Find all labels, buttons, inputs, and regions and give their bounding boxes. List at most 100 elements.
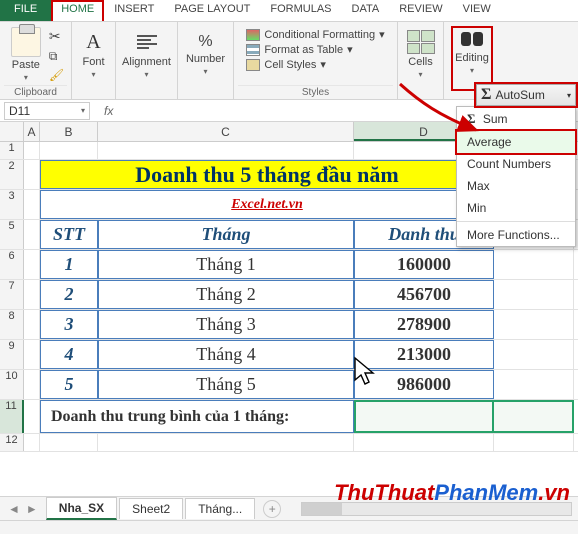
fmt-table-label: Format as Table	[264, 44, 343, 56]
alignment-button[interactable]: Alignment ▾	[118, 28, 175, 81]
group-cells: Cells ▾ .	[398, 22, 444, 99]
tab-next-icon[interactable]: ►	[26, 502, 38, 516]
row-7: 7 2 Tháng 2 456700	[0, 280, 578, 310]
cell-thang: Tháng 2	[98, 280, 354, 309]
cond-fmt-label: Conditional Formatting	[264, 29, 375, 41]
group-styles: Conditional Formatting▾ Format as Table▾…	[234, 22, 398, 99]
cell-thang: Tháng 1	[98, 250, 354, 279]
cells-button[interactable]: Cells ▾	[403, 28, 439, 81]
cell-styles-button[interactable]: Cell Styles ▾	[246, 58, 384, 71]
chevron-down-icon: ▾	[470, 66, 474, 75]
format-as-table-button[interactable]: Format as Table ▾	[246, 43, 384, 56]
styles-label: Styles	[238, 85, 393, 99]
sigma-icon: Σ	[481, 86, 491, 104]
cell-stt: 3	[40, 310, 98, 339]
binoculars-icon	[460, 28, 484, 50]
tab-prev-icon[interactable]: ◄	[8, 502, 20, 516]
conditional-formatting-button[interactable]: Conditional Formatting▾	[246, 28, 384, 41]
autosum-count[interactable]: Count Numbers	[457, 153, 575, 175]
autosum-button[interactable]: Σ AutoSum ▾	[476, 84, 576, 106]
font-button[interactable]: A Font ▾	[78, 28, 110, 81]
cell-val: 278900	[354, 310, 494, 339]
clipboard-label: Clipboard	[4, 85, 67, 99]
menu-home[interactable]: HOME	[51, 0, 104, 21]
cell-stt: 4	[40, 340, 98, 369]
clipboard-icon	[11, 27, 41, 57]
fx-icon[interactable]: fx	[104, 104, 113, 118]
cell-stt: 2	[40, 280, 98, 309]
average-label: Average	[467, 135, 511, 149]
sheet-tab-thang[interactable]: Tháng...	[185, 498, 255, 519]
group-alignment: Alignment ▾ .	[116, 22, 178, 99]
selected-cell-e11[interactable]	[494, 400, 574, 433]
row-11: 11 Doanh thu trung bình của 1 tháng:	[0, 400, 578, 434]
format-painter-icon[interactable]: 🖌	[49, 68, 64, 82]
sum-label: Sum	[483, 112, 508, 126]
cell-stt: 5	[40, 370, 98, 399]
row-10: 10 5 Tháng 5 986000	[0, 370, 578, 400]
chevron-down-icon: ▾	[24, 73, 28, 82]
font-icon: A	[82, 30, 106, 54]
autosum-average[interactable]: Average	[457, 131, 575, 153]
row-6: 6 1 Tháng 1 160000	[0, 250, 578, 280]
autosum-more[interactable]: More Functions...	[457, 224, 575, 246]
report-subtitle: Excel.net.vn	[40, 190, 494, 219]
row-12: 12	[0, 434, 578, 452]
editing-label: Editing	[455, 52, 489, 64]
cut-icon[interactable]: ✂	[49, 28, 64, 45]
number-button[interactable]: % Number ▾	[182, 31, 229, 78]
font-label: Font	[82, 56, 104, 68]
report-title: Doanh thu 5 tháng đầu năm	[40, 160, 494, 189]
th-thang: Tháng	[98, 220, 354, 249]
paste-label: Paste	[12, 59, 40, 71]
new-sheet-button[interactable]: +	[263, 500, 281, 518]
chevron-down-icon: ▾	[567, 91, 571, 100]
autosum-sum[interactable]: Σ Sum	[457, 107, 575, 131]
select-all-corner[interactable]	[0, 122, 24, 141]
menu-review[interactable]: REVIEW	[389, 0, 452, 21]
name-box[interactable]: D11 ▾	[4, 102, 90, 120]
sheet-tab-nha-sx[interactable]: Nha_SX	[46, 497, 117, 520]
chevron-down-icon: ▾	[347, 43, 353, 56]
cell-styles-label: Cell Styles	[264, 59, 316, 71]
autosum-min[interactable]: Min	[457, 197, 575, 219]
editing-button[interactable]: Editing ▾	[451, 26, 493, 91]
menu-view[interactable]: VIEW	[453, 0, 501, 21]
menu-insert[interactable]: INSERT	[104, 0, 164, 21]
tab-nav[interactable]: ◄ ►	[0, 502, 46, 516]
menu-bar: FILE HOME INSERT PAGE LAYOUT FORMULAS DA…	[0, 0, 578, 22]
cells-label: Cells	[408, 56, 432, 68]
col-c[interactable]: C	[98, 122, 354, 141]
selected-cell-d11[interactable]	[354, 400, 494, 433]
chevron-down-icon: ▾	[320, 58, 326, 71]
cell-thang: Tháng 3	[98, 310, 354, 339]
menu-data[interactable]: DATA	[342, 0, 390, 21]
name-box-value: D11	[9, 104, 30, 118]
chevron-down-icon: ▾	[81, 106, 85, 115]
copy-icon[interactable]: ⧉	[49, 49, 64, 64]
sheet-tab-sheet2[interactable]: Sheet2	[119, 498, 183, 519]
horizontal-scrollbar[interactable]	[301, 502, 572, 516]
chevron-down-icon: ▾	[418, 70, 422, 79]
menu-file[interactable]: FILE	[0, 0, 51, 21]
chevron-down-icon: ▾	[91, 70, 95, 79]
chevron-down-icon: ▾	[145, 70, 149, 79]
col-a[interactable]: A	[24, 122, 40, 141]
menu-formulas[interactable]: FORMULAS	[260, 0, 341, 21]
cell-thang: Tháng 4	[98, 340, 354, 369]
cell-stt: 1	[40, 250, 98, 279]
col-b[interactable]: B	[40, 122, 98, 141]
cell-thang: Tháng 5	[98, 370, 354, 399]
menu-page-layout[interactable]: PAGE LAYOUT	[164, 0, 260, 21]
sigma-icon: Σ	[467, 111, 476, 126]
sheet-tab-bar: ◄ ► Nha_SX Sheet2 Tháng... +	[0, 496, 578, 520]
percent-icon: %	[198, 33, 212, 51]
number-label: Number	[186, 53, 225, 65]
group-font: A Font ▾ .	[72, 22, 116, 99]
paste-button[interactable]: Paste ▾	[7, 25, 45, 84]
cell-val: 986000	[354, 370, 494, 399]
th-stt: STT	[40, 220, 98, 249]
cell-val: 160000	[354, 250, 494, 279]
autosum-menu: Σ Sum Average Count Numbers Max Min More…	[456, 106, 576, 247]
autosum-max[interactable]: Max	[457, 175, 575, 197]
